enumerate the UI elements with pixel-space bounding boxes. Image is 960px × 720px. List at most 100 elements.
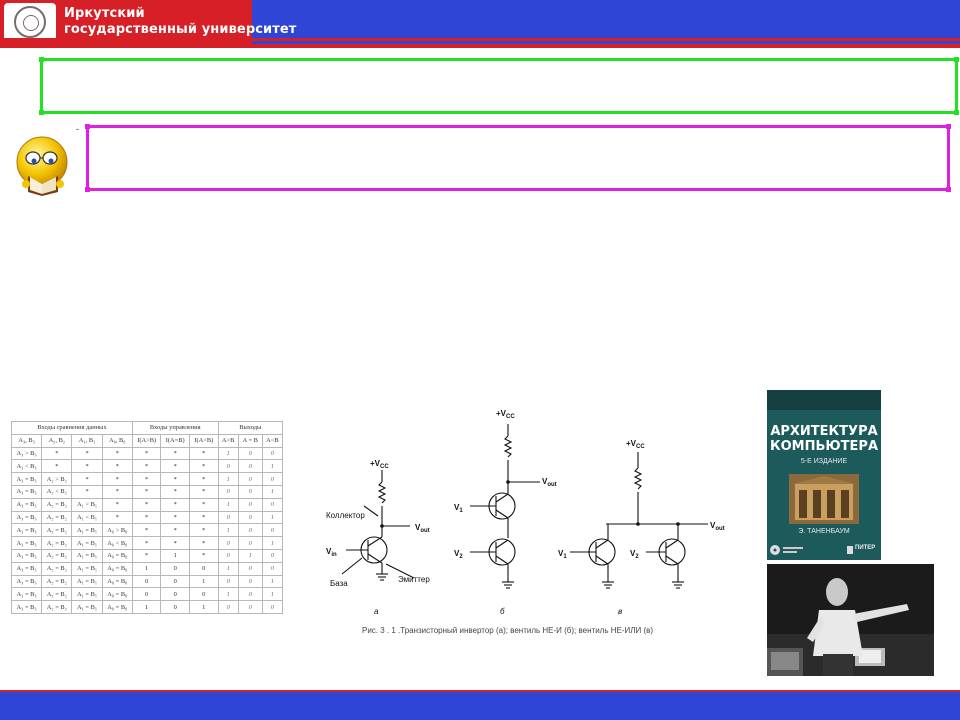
table-row: A₃ = B₃ A₂ > B₂ * * * * * 1 0 0 [10, 472, 284, 486]
table-cell: A₃ = B₃ [10, 472, 43, 486]
reading-smiley-icon [16, 136, 68, 196]
label-emitter: Эмиттер [398, 575, 430, 584]
group-header-data-inputs: Входы сравнения данных [11, 421, 133, 435]
table-cell: * [101, 472, 133, 486]
table-cell: 0 [237, 472, 263, 486]
table-cell: A₂ = B₂ [41, 600, 73, 614]
table-cell: 0 [237, 574, 263, 589]
table-cell: 1 [261, 510, 284, 525]
column-header: I(A>B) [131, 433, 162, 448]
svg-text:V1: V1 [454, 503, 463, 514]
svg-text:+VCC: +VCC [370, 459, 389, 470]
table-cell: * [160, 497, 190, 512]
vout-sub-a: out [420, 528, 429, 534]
table-cell: 0 [261, 523, 284, 538]
table-cell: 0 [131, 574, 162, 589]
table-body: A₃ > B₃ * * * * * * 1 0 0 A₃ < B₃ * * * * * * 0 0 1 A₃ = B₃ A… [10, 446, 284, 614]
table-cell: 1 [131, 600, 162, 614]
table-row: A₃ = B₃ A₂ = B₂ A₁ = B₁ A₀ = B₀ 0 0 1 0 0 1 [10, 574, 284, 589]
transistor-circuits-diagram: +VCC Коллектор Vout Vin База Эмиттер а +… [326, 409, 725, 616]
column-header-row: A₃, B₃ A₂, B₂ A₁, B₁ A₀, B₀ I(A>B) I(A=B) I(A<… [10, 433, 284, 448]
table-cell: * [160, 536, 190, 550]
table-cell: 0 [217, 510, 239, 525]
table-cell: A₀ < B₀ [101, 536, 133, 550]
table-cell: * [160, 446, 190, 461]
university-name-line1: Иркутский [64, 6, 145, 21]
table-cell: 1 [217, 446, 239, 461]
table-cell: 1 [217, 497, 239, 512]
table-cell: 0 [160, 561, 190, 576]
table-cell: * [189, 497, 219, 512]
table-cell: A₁ = B₁ [71, 561, 103, 576]
table-cell: * [71, 472, 103, 486]
table-cell: * [131, 523, 162, 538]
table-cell: A₁ = B₁ [71, 523, 103, 538]
table-cell: 0 [237, 510, 263, 525]
table-cell: * [131, 497, 162, 512]
table-cell: 0 [237, 600, 263, 614]
group-header-outputs: Выходы [217, 421, 284, 435]
table-row: A₃ > B₃ * * * * * * 1 0 0 [10, 446, 284, 461]
svg-text:V1: V1 [558, 549, 567, 560]
table-cell: * [71, 446, 103, 461]
table-cell: 0 [217, 548, 239, 563]
table-cell: 0 [217, 484, 239, 499]
table-cell: A₂ = B₂ [41, 497, 73, 512]
table-cell: A₁ < B₁ [71, 510, 103, 525]
subtitle-placeholder[interactable] [85, 124, 951, 192]
table-cell: * [189, 536, 219, 550]
vcc-sub-b: CC [506, 414, 515, 420]
svg-text:Vout: Vout [710, 521, 725, 532]
table-cell: * [189, 484, 219, 499]
column-header: I(A<B) [189, 433, 219, 448]
table-row: A₃ = B₃ A₂ = B₂ A₁ = B₁ A₀ < B₀ * * * 0 0 1 [10, 536, 284, 550]
table-cell: 0 [160, 600, 190, 614]
column-header: A>B [217, 433, 239, 448]
table-cell: A₀ = B₀ [101, 600, 133, 614]
table-cell: * [189, 548, 219, 563]
svg-text:+VCC: +VCC [496, 409, 515, 420]
label-collector: Коллектор [326, 511, 365, 520]
column-header: A₃, B₃ [10, 433, 43, 448]
table-cell: 1 [261, 484, 284, 499]
table-cell: 0 [237, 536, 263, 550]
svg-text:V2: V2 [630, 549, 639, 560]
header-accent-line-lower [0, 44, 960, 48]
table-cell: A₃ = B₃ [10, 574, 43, 589]
table-cell: 1 [217, 561, 239, 576]
table-cell: * [131, 472, 162, 486]
table-cell: * [71, 459, 103, 474]
svg-text:+VCC: +VCC [626, 439, 645, 450]
table-cell: A₃ = B₃ [10, 497, 43, 512]
vout-sub-b: out [547, 482, 556, 488]
table-row: A₃ = B₃ A₂ = B₂ A₁ = B₁ A₀ = B₀ 1 0 0 1 0 0 [10, 561, 284, 576]
table-cell: A₂ = B₂ [41, 574, 73, 589]
column-header: I(A=B) [160, 433, 190, 448]
table-cell: 1 [217, 523, 239, 538]
table-cell: 0 [189, 561, 219, 576]
table-cell: 0 [237, 497, 263, 512]
title-placeholder[interactable] [39, 57, 959, 115]
column-header: A<B [261, 433, 284, 448]
table-cell: 0 [217, 600, 239, 614]
book-cover-bottom: ПИТЕР [767, 540, 881, 560]
book-edition: 5-Е ИЗДАНИЕ [800, 458, 848, 465]
column-header: A = B [237, 433, 263, 448]
table-cell: * [131, 446, 162, 461]
table-cell: 0 [217, 574, 239, 589]
table-cell: A₃ = B₃ [10, 548, 43, 563]
table-cell: * [131, 510, 162, 525]
table-cell: A₀ = B₀ [101, 574, 133, 589]
table-cell: 0 [217, 459, 239, 474]
label-circuit-c: в [618, 607, 622, 616]
group-header-control-inputs: Входы управления [131, 421, 219, 435]
footer-bar [0, 690, 960, 720]
table-cell: * [131, 459, 162, 474]
table-cell: A₂ < B₂ [41, 484, 73, 499]
vcc-sub-c: CC [636, 444, 645, 450]
table-cell: A₁ > B₁ [71, 497, 103, 512]
table-row: A₃ = B₃ A₂ = B₂ A₁ = B₁ A₀ = B₀ 1 0 1 0 0 0 [10, 600, 284, 614]
table-cell: 1 [237, 548, 263, 563]
table-cell: 0 [237, 561, 263, 576]
header-accent-line [0, 38, 960, 41]
